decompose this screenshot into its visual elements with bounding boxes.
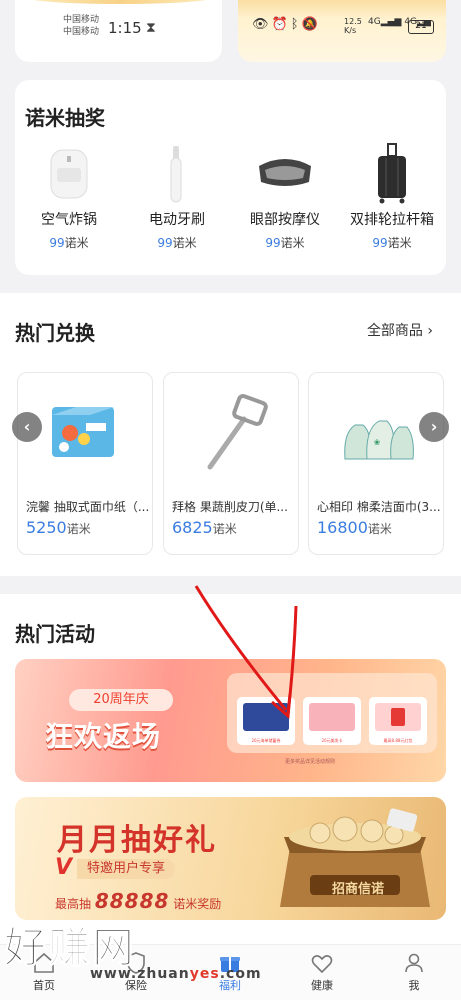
battery-icon: 21 [408, 20, 434, 34]
all-goods-link[interactable]: 全部商品 › [367, 320, 433, 340]
eye-massager-icon [255, 142, 315, 206]
peeler-product-image [192, 393, 272, 473]
treasure-chest-icon: 招商信诺 [270, 807, 440, 917]
monthly-draw-banner[interactable]: 月月抽好礼 V 特邀用户专享 最高抽 88888 诺米奖励 招商信诺 [15, 797, 446, 920]
anniversary-title: 狂欢返场 [45, 720, 162, 753]
chest-label: 招商信诺 [331, 882, 384, 897]
status-preview-left: 中国移动 中国移动 1:15 ⧗ [15, 0, 222, 62]
carousel-next-button[interactable]: › [419, 412, 449, 442]
lottery-title: 诺米抽奖 [25, 106, 105, 130]
heart-icon [310, 951, 334, 975]
monthly-draw-title: 月月抽好礼 [57, 823, 217, 858]
prize-item[interactable]: 空气炸锅 99诺米 [15, 142, 123, 251]
lottery-section: 诺米抽奖 空气炸锅 99诺米 电动牙刷 99诺米 眼部按摩仪 99诺米 双排轮拉… [15, 80, 446, 275]
toothbrush-icon [147, 142, 207, 206]
exchange-item[interactable]: ❀ 心相印 棉柔洁面巾(3... 16800诺米 [308, 372, 444, 555]
bluetooth-icon: ᛒ [290, 17, 302, 32]
exchange-title: 热门兑换 [15, 321, 95, 345]
status-time: 1:15 [108, 19, 142, 37]
suitcase-icon [362, 142, 422, 206]
activities-title: 热门活动 [15, 622, 95, 646]
carousel-prev-button[interactable]: ‹ [12, 412, 42, 442]
air-fryer-icon [39, 142, 99, 206]
exchange-item[interactable]: 拜格 果蔬削皮刀(单... 6825诺米 [163, 372, 299, 555]
status-preview-right: 👁⏰ᛒ🔕 12.5 K/s 4G▂▄▆ 4G▂▄ 21 [238, 0, 446, 62]
coupon-card: 20元海单储蓄券 [237, 697, 295, 745]
activities-section: 热门活动 20周年庆 狂欢返场 20元海单储蓄券 20元美发卡 最高8.88元红… [0, 594, 461, 944]
prize-item[interactable]: 双排轮拉杆箱 99诺米 [338, 142, 446, 251]
mute-icon: 🔕 [301, 17, 321, 32]
chevron-right-icon: › [430, 417, 438, 436]
eye-icon: 👁 [252, 17, 272, 32]
prize-item[interactable]: 眼部按摩仪 99诺米 [231, 142, 339, 251]
banner-note: 更多奖品详见活动规则 [285, 759, 336, 765]
watermark-url: www.zhuanyes.com [90, 966, 262, 982]
status-previews: 中国移动 中国移动 1:15 ⧗ 👁⏰ᛒ🔕 12.5 K/s 4G▂▄▆ 4G▂… [15, 0, 446, 62]
nav-item-me[interactable]: 我 [384, 951, 444, 993]
coupon-card: 最高8.88元红包 [369, 697, 427, 745]
chevron-right-icon: › [427, 323, 433, 339]
v-icon: V [55, 855, 73, 880]
coupon-panel: 20元海单储蓄券 20元美发卡 最高8.88元红包 [227, 673, 437, 753]
anniversary-tag: 20周年庆 [69, 689, 173, 711]
max-reward-text: 最高抽 88888 诺米奖励 [55, 889, 222, 913]
chevron-left-icon: ‹ [23, 417, 31, 436]
status-icons: 👁⏰ᛒ🔕 [252, 17, 321, 32]
cotton-towel-product-image: ❀ [337, 393, 417, 473]
exchange-section: 热门兑换 全部商品 › 浣馨 抽取式面巾纸（... 5250诺米 拜格 果蔬削皮… [0, 293, 461, 576]
alarm-icon: ⏰ [271, 17, 291, 32]
svg-text:❀: ❀ [374, 438, 381, 447]
prize-item[interactable]: 电动牙刷 99诺米 [123, 142, 231, 251]
anniversary-banner[interactable]: 20周年庆 狂欢返场 20元海单储蓄券 20元美发卡 最高8.88元红包 更多奖… [15, 659, 446, 782]
tissue-product-image [46, 393, 126, 473]
nav-item-health[interactable]: 健康 [292, 951, 352, 993]
hourglass-icon: ⧗ [146, 20, 156, 36]
carrier-label: 中国移动 中国移动 [63, 15, 100, 37]
coupon-card: 20元美发卡 [303, 697, 361, 745]
network-speed: 12.5 K/s [344, 17, 362, 35]
exchange-item[interactable]: 浣馨 抽取式面巾纸（... 5250诺米 [17, 372, 153, 555]
user-icon [402, 951, 426, 975]
